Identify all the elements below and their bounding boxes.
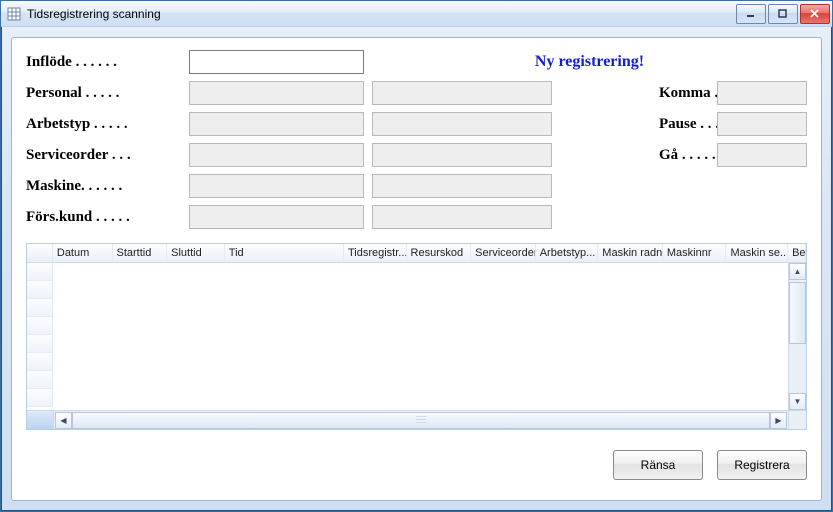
clear-button[interactable]: Ränsa (613, 450, 703, 480)
row-selector[interactable] (27, 263, 53, 281)
register-button[interactable]: Registrera (717, 450, 807, 480)
row-selector[interactable] (27, 353, 53, 371)
inflode-input[interactable] (189, 50, 364, 74)
grid-column-header[interactable]: Be (788, 244, 806, 262)
titlebar: Tidsregistrering scanning (1, 1, 832, 27)
komma-field (717, 81, 807, 105)
scroll-right-icon[interactable]: ▶ (770, 412, 787, 429)
label-serviceorder: Serviceorder . . . (26, 147, 181, 164)
label-inflode: Inflöde . . . . . . (26, 54, 181, 71)
label-arbetstyp: Arbetstyp . . . . . (26, 116, 181, 133)
maskine-field-2 (372, 174, 552, 198)
label-forskund: Förs.kund . . . . . (26, 209, 181, 226)
grid-header-selector[interactable] (27, 244, 53, 262)
grid-column-header[interactable]: Starttid (113, 244, 168, 262)
grid-column-header[interactable]: Datum (53, 244, 113, 262)
pause-field (717, 112, 807, 136)
vertical-scrollbar[interactable]: ▲ ▼ (788, 263, 806, 410)
grid-column-header[interactable]: Sluttid (167, 244, 225, 262)
action-buttons: Ränsa Registrera (26, 450, 807, 480)
grid-column-header[interactable]: Arbetstyp... (536, 244, 599, 262)
grid-column-header[interactable]: Serviceorder (471, 244, 536, 262)
scroll-down-icon[interactable]: ▼ (789, 393, 806, 410)
scroll-corner (788, 411, 806, 429)
grid-header-row: DatumStarttidSluttidTidTidsregistr...Res… (27, 244, 806, 263)
window-control-group (736, 4, 830, 24)
app-window: Tidsregistrering scanning Inflöde . . . … (0, 0, 833, 512)
personal-field-2 (372, 81, 552, 105)
grip-icon (416, 416, 426, 425)
personal-field-1 (189, 81, 364, 105)
hscroll-row: ◀ ▶ (27, 410, 806, 429)
scroll-thumb-vertical[interactable] (789, 282, 806, 344)
scroll-up-icon[interactable]: ▲ (789, 263, 806, 280)
grid-column-header[interactable]: Maskin se... (726, 244, 788, 262)
forskund-field-2 (372, 205, 552, 229)
close-button[interactable] (800, 4, 830, 24)
grid-column-header[interactable]: Tid (225, 244, 344, 262)
minimize-button[interactable] (736, 4, 766, 24)
serviceorder-field-2 (372, 143, 552, 167)
app-icon (7, 7, 21, 21)
row-selector[interactable] (27, 389, 53, 407)
minimize-icon (746, 9, 756, 19)
row-selectors (27, 263, 53, 410)
label-maskine: Maskine. . . . . . (26, 178, 181, 195)
arbetstyp-field-2 (372, 112, 552, 136)
row-selector[interactable] (27, 317, 53, 335)
maximize-icon (778, 9, 788, 19)
scroll-thumb-horizontal[interactable] (72, 412, 770, 429)
grid-column-header[interactable]: Resurskod (407, 244, 472, 262)
close-icon (810, 9, 820, 19)
label-personal: Personal . . . . . (26, 85, 181, 102)
forskund-field-1 (189, 205, 364, 229)
maskine-field-1 (189, 174, 364, 198)
main-panel: Inflöde . . . . . . Ny registrering! Per… (11, 37, 822, 501)
label-pause: Pause . . . . (659, 116, 709, 133)
form-area: Inflöde . . . . . . Ny registrering! Per… (26, 50, 807, 229)
status-message: Ny registrering! (372, 53, 807, 71)
scroll-left-icon[interactable]: ◀ (55, 412, 72, 429)
title-left: Tidsregistrering scanning (7, 7, 161, 21)
label-ga: Gå . . . . . . (659, 147, 709, 164)
grid-corner-selector[interactable] (27, 411, 54, 429)
ga-field (717, 143, 807, 167)
serviceorder-field-1 (189, 143, 364, 167)
grid-body: ▲ ▼ (27, 263, 806, 410)
grid-data-area[interactable] (53, 263, 788, 410)
horizontal-scrollbar[interactable]: ◀ ▶ (54, 411, 788, 429)
row-selector[interactable] (27, 371, 53, 389)
row-selector[interactable] (27, 281, 53, 299)
label-komma: Komma . . . (659, 85, 709, 102)
row-selector[interactable] (27, 335, 53, 353)
data-grid[interactable]: DatumStarttidSluttidTidTidsregistr...Res… (26, 243, 807, 430)
client-area: Inflöde . . . . . . Ny registrering! Per… (1, 27, 832, 511)
row-selector[interactable] (27, 299, 53, 317)
window-title: Tidsregistrering scanning (27, 7, 161, 21)
arbetstyp-field-1 (189, 112, 364, 136)
grid-column-header[interactable]: Maskinnr (663, 244, 727, 262)
grid-column-header[interactable]: Maskin radnr (598, 244, 663, 262)
grid-column-header[interactable]: Tidsregistr... (344, 244, 407, 262)
maximize-button[interactable] (768, 4, 798, 24)
